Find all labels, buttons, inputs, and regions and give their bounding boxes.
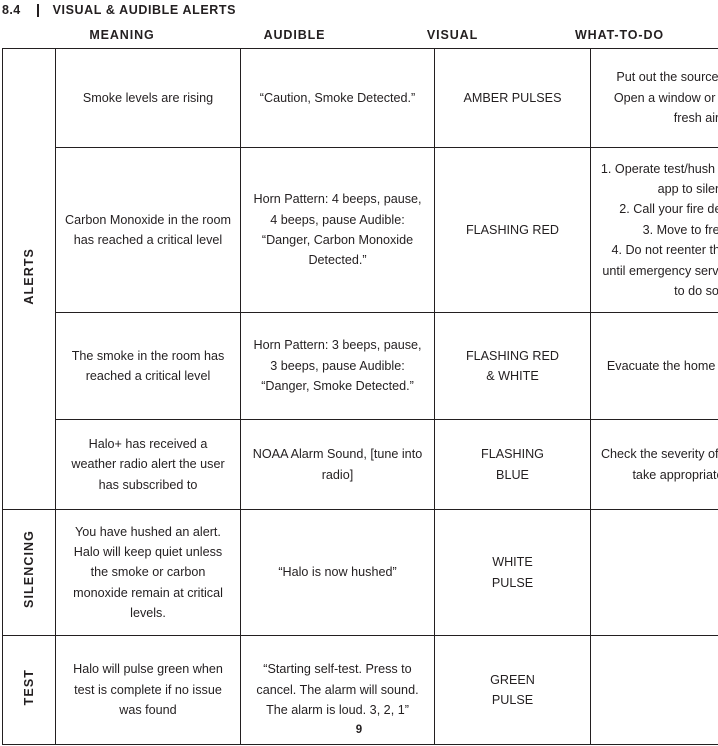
cell-meaning: Smoke levels are rising bbox=[55, 48, 241, 148]
cell-what-to-do: Evacuate the home immediately bbox=[590, 312, 718, 420]
cell-audible: Horn Pattern: 3 beeps, pause, 3 beeps, p… bbox=[240, 312, 435, 420]
section-number: 8.4 bbox=[2, 3, 21, 17]
list-item: 3. Move to fresh air bbox=[642, 222, 718, 237]
cell-meaning: Carbon Monoxide in the room has reached … bbox=[55, 147, 241, 313]
column-header-audible: AUDIBLE bbox=[263, 28, 326, 42]
column-header-what-to-do: WHAT-TO-DO bbox=[574, 28, 665, 42]
alerts-table: ALERTS Smoke levels are rising “Caution,… bbox=[2, 48, 718, 745]
table-row: Carbon Monoxide in the room has reached … bbox=[3, 147, 718, 313]
cell-audible: “Caution, Smoke Detected.” bbox=[240, 48, 435, 148]
heading-divider-icon bbox=[36, 3, 39, 17]
cell-what-to-do: 1. Operate test/hush button or use app t… bbox=[590, 147, 718, 313]
cell-audible: Horn Pattern: 4 beeps, pause, 4 beeps, p… bbox=[240, 147, 435, 313]
group-label-silencing-text: SILENCING bbox=[21, 530, 36, 609]
list-item: 4. Do not reenter the premises until eme… bbox=[602, 243, 718, 298]
group-label-alerts: ALERTS bbox=[2, 48, 56, 510]
group-label-silencing: SILENCING bbox=[2, 509, 56, 636]
column-header-visual: VISUAL bbox=[426, 28, 479, 42]
cell-audible: NOAA Alarm Sound, [tune into radio] bbox=[240, 419, 435, 510]
cell-what-to-do: Check the severity of the alert and take… bbox=[590, 419, 718, 510]
list-item: 2. Call your fire dept. or 911 bbox=[619, 202, 718, 217]
cell-visual: WHITE PULSE bbox=[434, 509, 591, 636]
group-label-test-text: TEST bbox=[21, 668, 36, 705]
cell-meaning: Halo+ has received a weather radio alert… bbox=[55, 419, 241, 510]
cell-visual: FLASHING RED bbox=[434, 147, 591, 313]
column-header-meaning: MEANING bbox=[89, 28, 155, 42]
page-number: 9 bbox=[355, 724, 363, 736]
table-row: Halo+ has received a weather radio alert… bbox=[3, 419, 718, 510]
cell-meaning: The smoke in the room has reached a crit… bbox=[55, 312, 241, 420]
group-label-alerts-text: ALERTS bbox=[21, 247, 36, 305]
list-item: 1. Operate test/hush button or use app t… bbox=[600, 161, 718, 197]
cell-audible: “Halo is now hushed” bbox=[240, 509, 435, 636]
cell-what-to-do: Put out the source of smoke. Open a wind… bbox=[590, 48, 718, 148]
cell-meaning: You have hushed an alert. Halo will keep… bbox=[55, 509, 241, 636]
section-heading: 8.4 VISUAL & AUDIBLE ALERTS bbox=[2, 0, 236, 20]
cell-visual: FLASHING RED & WHITE bbox=[434, 312, 591, 420]
table-row: SILENCING You have hushed an alert. Halo… bbox=[2, 509, 718, 636]
cell-what-to-do bbox=[590, 509, 718, 636]
table-row: ALERTS Smoke levels are rising “Caution,… bbox=[2, 48, 718, 510]
cell-visual: FLASHING BLUE bbox=[434, 419, 591, 510]
table-column-headers: MEANING AUDIBLE VISUAL WHAT-TO-DO bbox=[0, 26, 718, 46]
section-title: VISUAL & AUDIBLE ALERTS bbox=[52, 3, 237, 17]
cell-visual: AMBER PULSES bbox=[434, 48, 591, 148]
table-row: The smoke in the room has reached a crit… bbox=[3, 312, 718, 420]
